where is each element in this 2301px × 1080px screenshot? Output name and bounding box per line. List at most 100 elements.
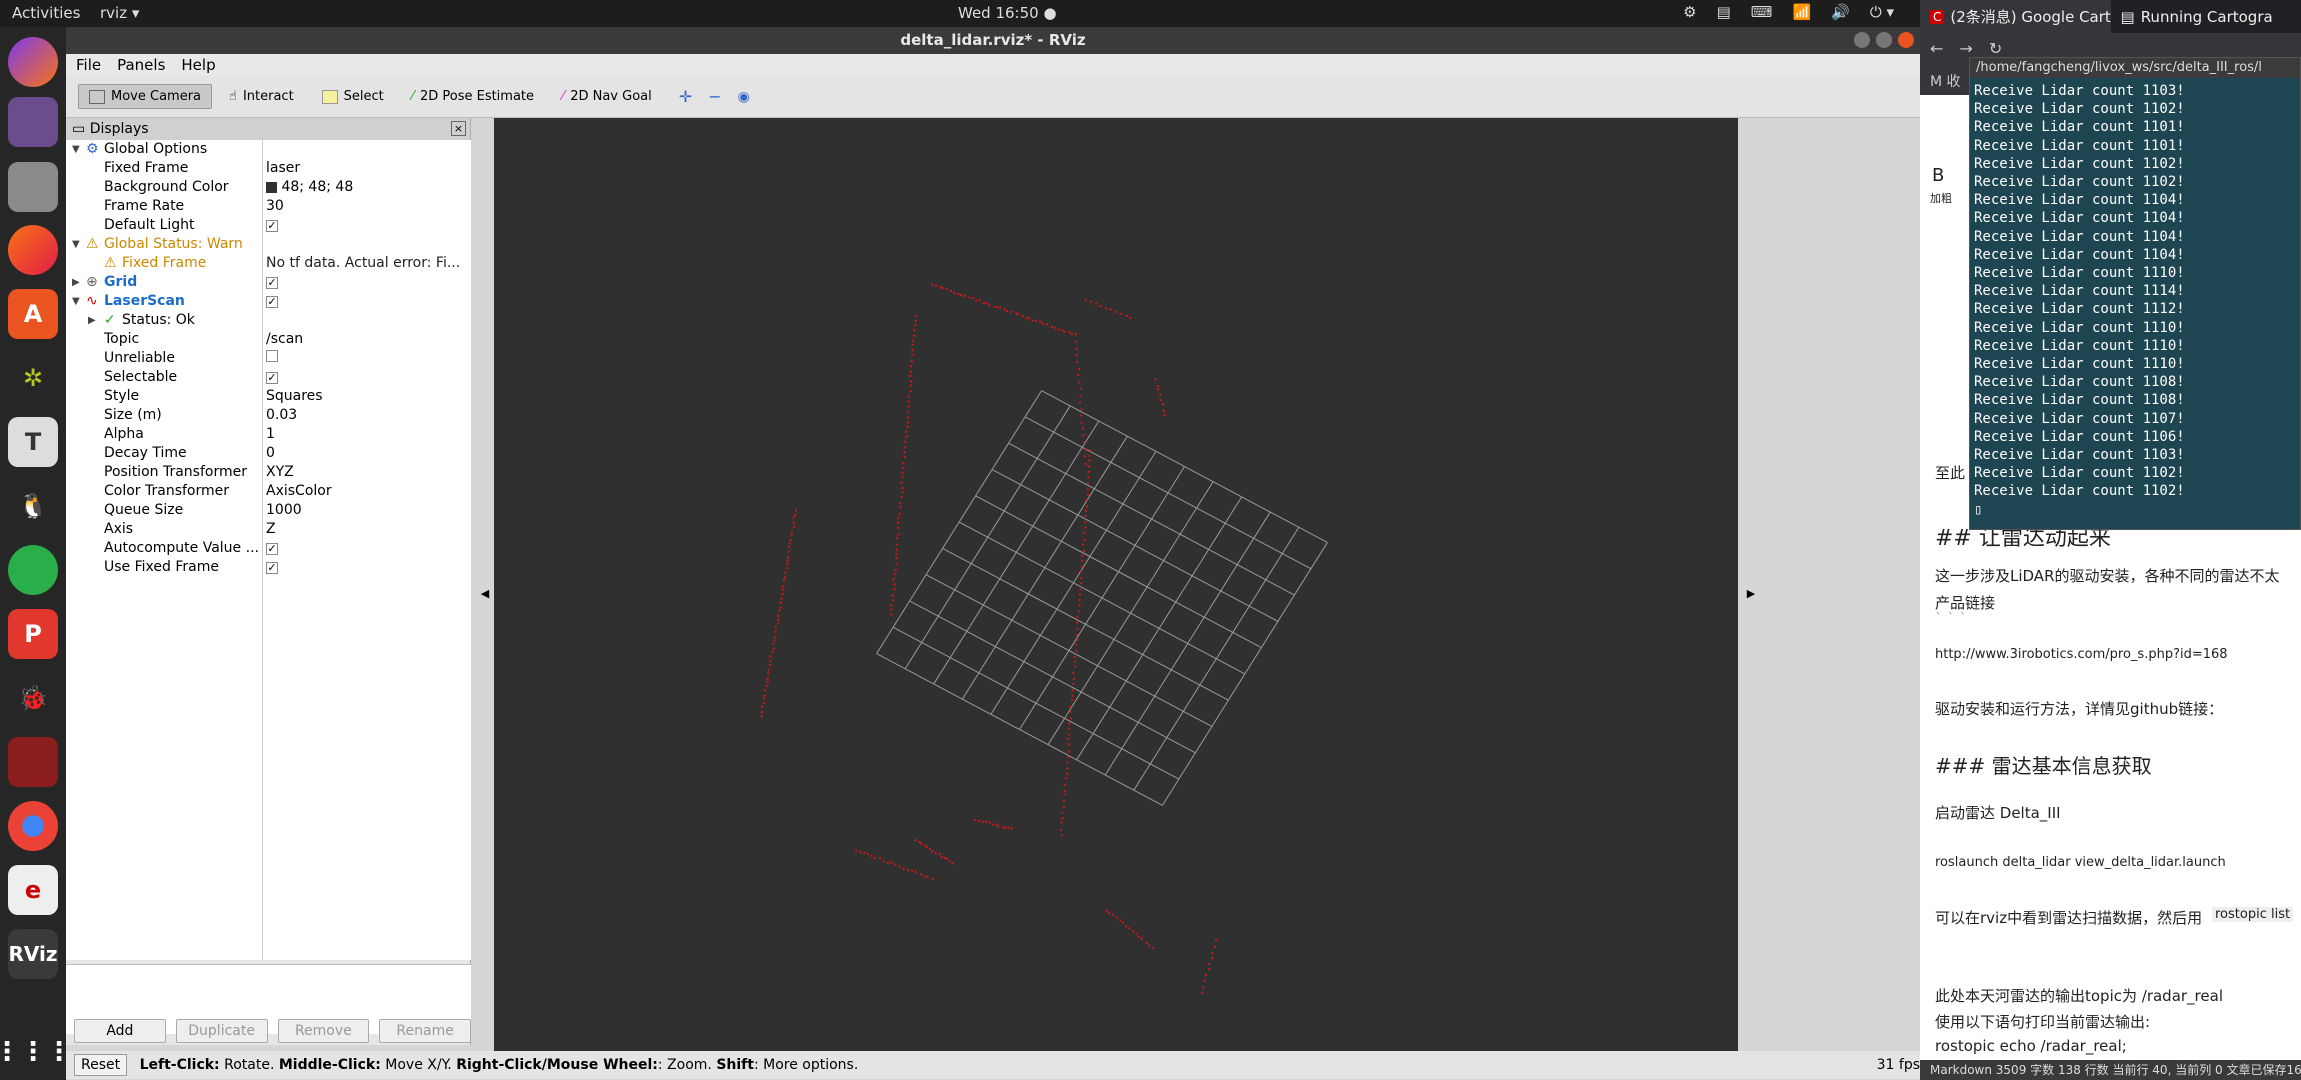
- menu-panels[interactable]: Panels: [117, 54, 165, 76]
- tree-row-global-options[interactable]: ▼ ⚙ Global Options: [66, 140, 471, 159]
- prop-value[interactable]: XYZ: [266, 463, 294, 482]
- tab-cartographer[interactable]: ▤ Running Cartogra: [2111, 0, 2301, 33]
- tray-icon-1[interactable]: ⚙: [1683, 3, 1696, 21]
- tree-row-autocompute[interactable]: Autocompute Value ... ✓: [66, 539, 471, 558]
- prop-value[interactable]: 0: [266, 444, 275, 463]
- expand-arrow-icon[interactable]: ▶: [72, 273, 80, 292]
- typora-icon[interactable]: T: [8, 417, 58, 467]
- prop-value[interactable]: 1: [266, 425, 275, 444]
- software-center-icon[interactable]: A: [8, 289, 58, 339]
- tree-row-frame-rate[interactable]: Frame Rate 30: [66, 197, 471, 216]
- terminal-window[interactable]: /home/fangcheng/livox_ws/src/delta_III_r…: [1969, 57, 2301, 530]
- checkbox[interactable]: ✓: [266, 558, 278, 577]
- prop-value[interactable]: 1000: [266, 501, 302, 520]
- menu-help[interactable]: Help: [181, 54, 215, 76]
- remove-tool-icon[interactable]: −: [708, 87, 721, 106]
- expand-arrow-icon[interactable]: ▼: [72, 140, 80, 159]
- clock[interactable]: Wed 16:50 ●: [958, 4, 1057, 22]
- tree-row-status-ok[interactable]: ▶ ✓ Status: Ok: [66, 311, 471, 330]
- minimize-button[interactable]: [1854, 32, 1870, 48]
- chrome-icon[interactable]: [8, 801, 58, 851]
- checkbox[interactable]: ✓: [266, 368, 278, 387]
- menu-file[interactable]: File: [76, 54, 101, 76]
- checkbox[interactable]: ✓: [266, 273, 278, 292]
- tree-row-size[interactable]: Size (m) 0.03: [66, 406, 471, 425]
- wps-icon[interactable]: P: [8, 609, 58, 659]
- select-tool[interactable]: Select: [311, 84, 395, 109]
- checkbox[interactable]: [266, 349, 278, 368]
- tree-row-alpha[interactable]: Alpha 1: [66, 425, 471, 444]
- prop-value[interactable]: Z: [266, 520, 276, 539]
- close-icon[interactable]: ×: [451, 121, 466, 136]
- media-icon[interactable]: [8, 97, 58, 147]
- system-tray[interactable]: ⚙ ▤ ⌨ 📶 🔊 ⏻ ▾: [1683, 3, 1894, 21]
- tree-row-fixed-frame-warn[interactable]: ⚠ Fixed Frame No tf data. Actual error: Fi…: [66, 254, 471, 273]
- tray-icon-2[interactable]: ▤: [1717, 3, 1731, 21]
- power-icon[interactable]: ⏻ ▾: [1870, 3, 1894, 21]
- app-menu[interactable]: rviz ▾: [100, 4, 139, 22]
- interact-tool[interactable]: ☝ Interact: [218, 84, 305, 109]
- tree-row-style[interactable]: Style Squares: [66, 387, 471, 406]
- expand-arrow-icon[interactable]: ▶: [88, 311, 96, 330]
- tree-row-grid[interactable]: ▶ ⊕ Grid ✓: [66, 273, 471, 292]
- collapse-right-handle[interactable]: ▶: [1744, 118, 1758, 1070]
- tree-row-fixed-frame[interactable]: Fixed Frame laser: [66, 159, 471, 178]
- pose-estimate-tool[interactable]: ⁄ 2D Pose Estimate: [401, 84, 545, 109]
- remove-button[interactable]: Remove: [278, 1019, 370, 1043]
- prop-value[interactable]: 30: [266, 197, 284, 216]
- rviz-icon[interactable]: RViz: [8, 929, 58, 979]
- tree-row-axis[interactable]: Axis Z: [66, 520, 471, 539]
- e-icon[interactable]: e: [8, 865, 58, 915]
- checkbox[interactable]: ✓: [266, 216, 278, 235]
- tree-row-selectable[interactable]: Selectable ✓: [66, 368, 471, 387]
- tree-row-default-light[interactable]: Default Light ✓: [66, 216, 471, 235]
- prop-value[interactable]: Squares: [266, 387, 323, 406]
- reset-button[interactable]: Reset: [74, 1054, 127, 1076]
- expand-arrow-icon[interactable]: ▼: [72, 235, 80, 254]
- prop-value[interactable]: 0.03: [266, 406, 297, 425]
- tree-row-decay[interactable]: Decay Time 0: [66, 444, 471, 463]
- prop-value[interactable]: AxisColor: [266, 482, 332, 501]
- maximize-button[interactable]: [1876, 32, 1892, 48]
- qq-icon[interactable]: 🐧: [8, 481, 58, 531]
- 3d-viewport[interactable]: [494, 118, 1738, 1070]
- bug-icon[interactable]: 🐞: [8, 673, 58, 723]
- apps-grid-icon[interactable]: ⋮⋮⋮: [8, 1027, 58, 1077]
- prop-value[interactable]: /scan: [266, 330, 303, 349]
- expand-arrow-icon[interactable]: ▼: [72, 292, 80, 311]
- checkbox[interactable]: ✓: [266, 292, 278, 311]
- tree-row-use-fixed-frame[interactable]: Use Fixed Frame ✓: [66, 558, 471, 577]
- add-button[interactable]: Add: [74, 1019, 166, 1043]
- tree-row-laserscan[interactable]: ▼ ∿ LaserScan ✓: [66, 292, 471, 311]
- view-tool-icon[interactable]: ◉: [738, 89, 750, 105]
- wifi-icon[interactable]: 📶: [1792, 3, 1811, 21]
- tree-row-unreliable[interactable]: Unreliable: [66, 349, 471, 368]
- nav-goal-tool[interactable]: ⁄ 2D Nav Goal: [551, 84, 663, 109]
- checkbox[interactable]: ✓: [266, 539, 278, 558]
- bold-button[interactable]: B: [1932, 165, 1944, 186]
- network-icon[interactable]: ✲: [8, 353, 58, 403]
- collapse-left-handle[interactable]: ◀: [478, 118, 492, 1070]
- add-tool-icon[interactable]: ✛: [679, 87, 692, 106]
- move-camera-tool[interactable]: Move Camera: [78, 84, 212, 109]
- files-icon[interactable]: [8, 162, 58, 212]
- tree-row-bg-color[interactable]: Background Color 48; 48; 48: [66, 178, 471, 197]
- back-icon[interactable]: ←: [1930, 39, 1943, 61]
- volume-icon[interactable]: 🔊: [1831, 3, 1850, 21]
- activities-button[interactable]: Activities: [12, 4, 80, 22]
- duplicate-button[interactable]: Duplicate: [176, 1019, 268, 1043]
- firefox-dev-icon[interactable]: [8, 37, 58, 87]
- rename-button[interactable]: Rename: [379, 1019, 471, 1043]
- prop-value[interactable]: laser: [266, 159, 300, 178]
- firefox-icon[interactable]: [8, 225, 58, 275]
- keyboard-icon[interactable]: ⌨: [1751, 3, 1773, 21]
- tree-row-global-status[interactable]: ▼ ⚠ Global Status: Warn: [66, 235, 471, 254]
- tree-row-color-transformer[interactable]: Color Transformer AxisColor: [66, 482, 471, 501]
- tab-csdn[interactable]: C(2条消息) Google Carto✕: [1920, 0, 2111, 33]
- tree-row-topic[interactable]: Topic/scan: [66, 330, 471, 349]
- tree-row-position-transformer[interactable]: Position Transformer XYZ: [66, 463, 471, 482]
- terminal-icon[interactable]: [8, 737, 58, 787]
- tree-row-queue[interactable]: Queue Size 1000: [66, 501, 471, 520]
- close-button[interactable]: [1898, 32, 1914, 48]
- wechat-icon[interactable]: [8, 545, 58, 595]
